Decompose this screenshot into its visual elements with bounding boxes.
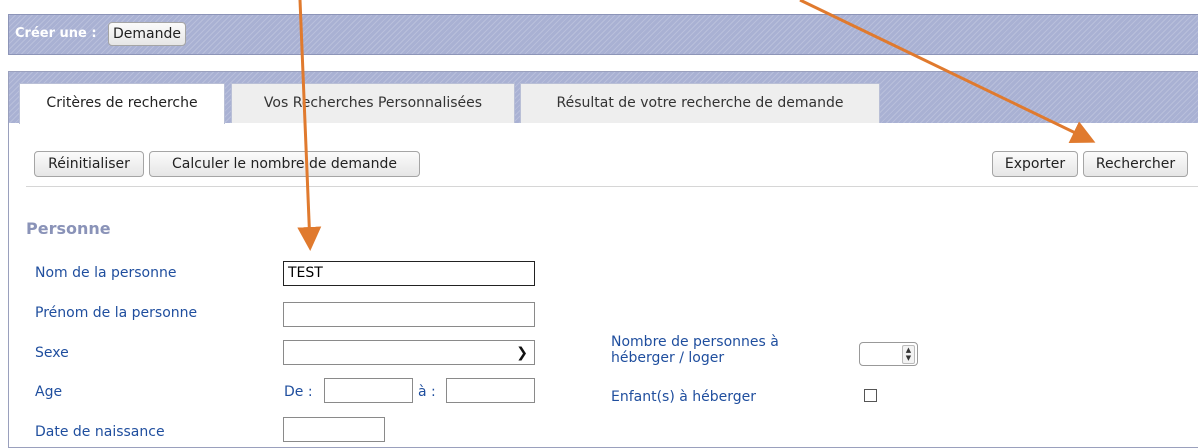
- annotation-arrows: [297, 0, 1096, 251]
- annotation-arrow-to-rechercher: [799, 0, 1096, 143]
- annotation-arrow-to-nom: [297, 0, 322, 251]
